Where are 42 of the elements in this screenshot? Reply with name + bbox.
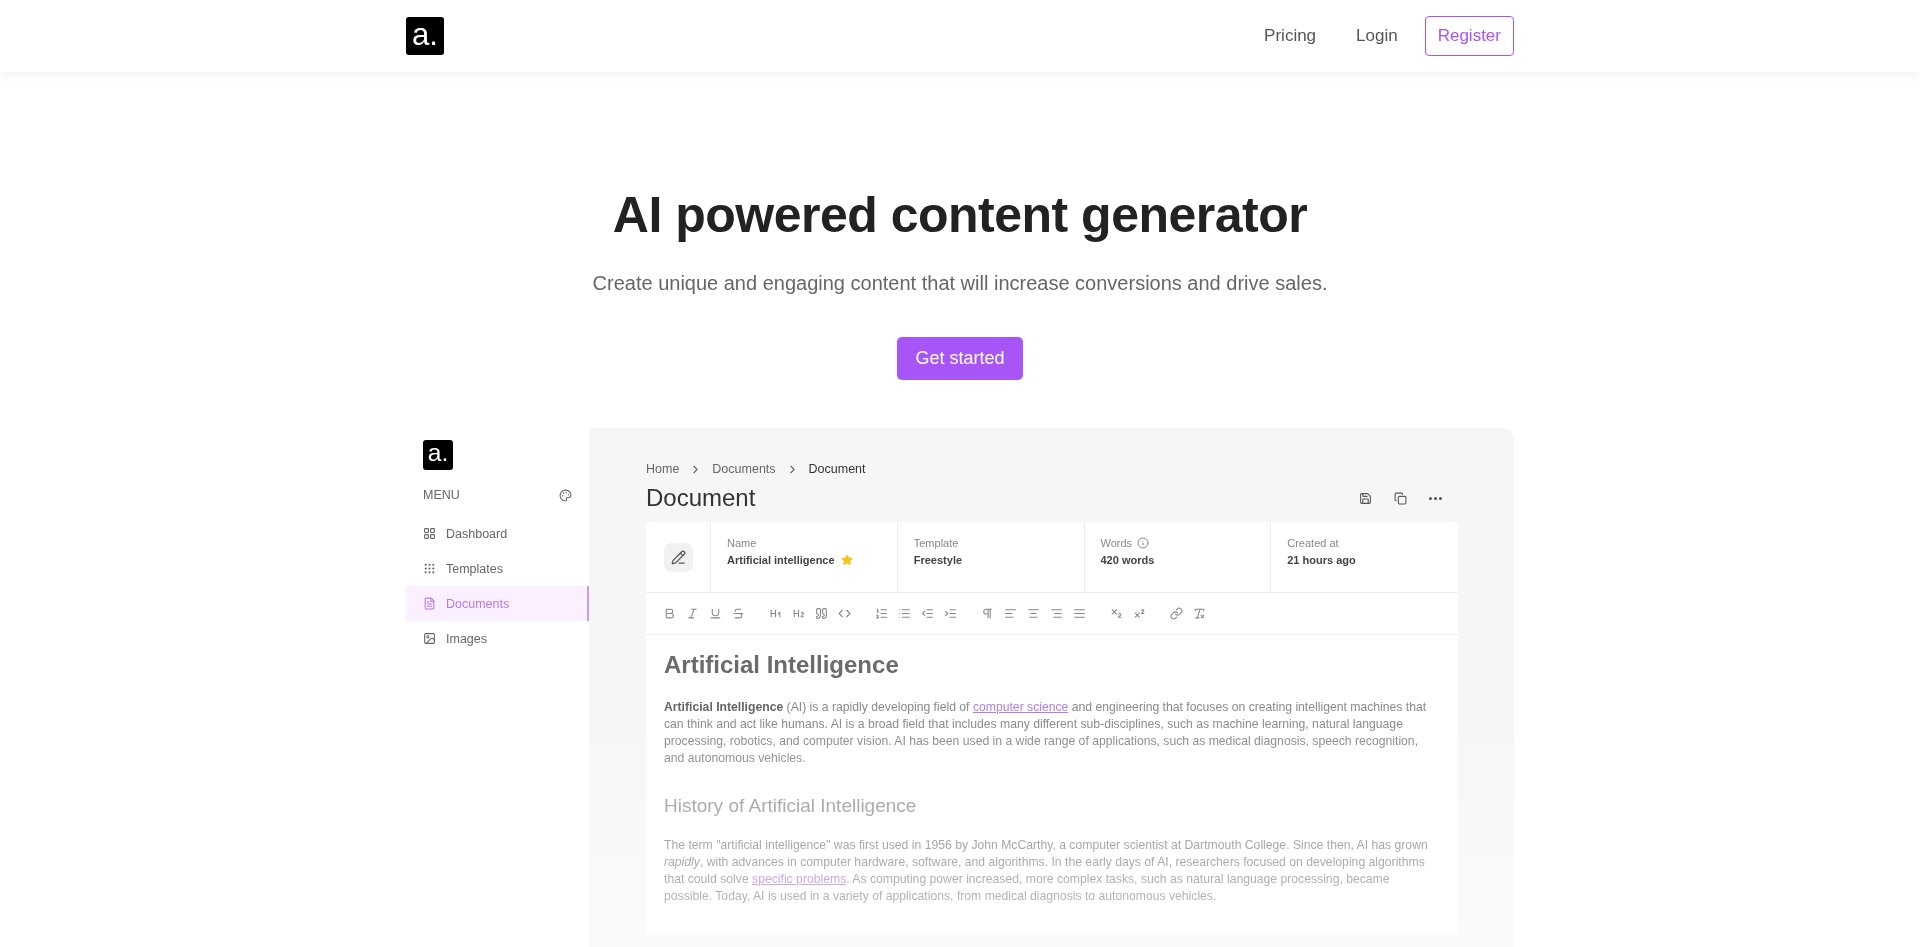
info-label: Words xyxy=(1100,537,1133,549)
info-value: Artificial intelligence xyxy=(727,554,835,566)
hero-subtitle: Create unique and engaging content that will increase conversions and drive sales. xyxy=(592,272,1328,295)
register-button[interactable]: Register xyxy=(1424,16,1514,56)
more-icon xyxy=(1429,496,1442,500)
copy-icon xyxy=(1394,491,1407,505)
info-label: Created at xyxy=(1287,537,1339,549)
breadcrumb-link[interactable]: Documents xyxy=(712,462,776,476)
sidebar-item[interactable]: Dashboard xyxy=(406,516,589,551)
pencil-icon xyxy=(663,542,693,572)
page-title: Document xyxy=(646,484,756,512)
breadcrumb-link[interactable]: Document xyxy=(808,462,866,476)
info-value: 420 words xyxy=(1100,554,1155,566)
hero-title: AI powered content generator xyxy=(612,186,1308,244)
sidebar-item[interactable]: Images xyxy=(406,621,589,656)
info-label: Template xyxy=(913,537,959,549)
link-icon[interactable] xyxy=(1168,605,1185,622)
nav-link[interactable]: Login xyxy=(1343,16,1411,56)
quote-icon[interactable] xyxy=(813,605,830,622)
grid-icon xyxy=(423,527,436,540)
logo[interactable]: a. xyxy=(423,440,453,470)
image-icon xyxy=(423,632,436,645)
info-value: Freestyle xyxy=(913,554,963,566)
palette-icon[interactable] xyxy=(559,488,572,502)
paragraph: The term "artificial intelligence" was first used in 1956 by John McCarthy, a computer scientist at Dartmouth College. Since then, AI has grown rapidly, with advances in computer hardware, software, and algorithms. In the early days of AI, researchers focused on developing algorithms that could solve specific problems. As computing power increased, more complex tasks, such as natural language processing, became possible. Today, AI is used in a variety of applications, from medical diagnosis to autonomous vehicles. xyxy=(664,837,1429,905)
dots-grid-icon xyxy=(423,562,436,575)
sidebar-item[interactable]: Templates xyxy=(406,551,589,586)
save-icon xyxy=(1359,491,1372,505)
info-value: 21 hours ago xyxy=(1287,554,1356,566)
info-icon[interactable] xyxy=(1137,537,1150,549)
breadcrumb-link[interactable]: Home xyxy=(646,462,680,476)
get-started-button[interactable]: Get started xyxy=(897,337,1023,380)
logo[interactable]: a. xyxy=(406,17,444,55)
nav-link[interactable]: Pricing xyxy=(1251,16,1330,56)
document-icon xyxy=(423,597,436,610)
text-link[interactable]: computer science xyxy=(972,700,1069,714)
info-label: Name xyxy=(727,537,757,549)
menu-label: MENU xyxy=(423,488,460,502)
star-icon[interactable] xyxy=(840,554,853,566)
section-heading: History of Artificial Intelligence xyxy=(664,795,918,817)
paragraph: Artificial Intelligence (AI) is a rapidly developing field of computer science and engineering that focuses on creating intelligent machines that can think and act like humans. AI is a broad field that includes many different sub-disciplines, such as machine learning, natural language processing, robotics, and computer vision. AI has been used in a wide range of applications, such as medical diagnosis, speech recognition, and autonomous vehicles. xyxy=(664,699,1428,767)
document-heading: Artificial Intelligence xyxy=(664,651,900,679)
